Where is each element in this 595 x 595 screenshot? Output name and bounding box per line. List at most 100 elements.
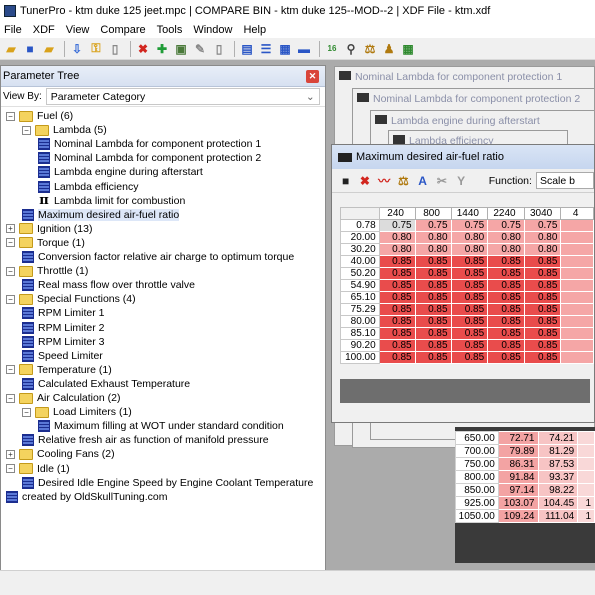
collapse-icon[interactable]: − [22, 407, 31, 417]
y-axis-cell[interactable]: 90.20 [340, 339, 380, 352]
tree-item[interactable]: + Cooling Fans (2) [6, 447, 115, 461]
tree-item[interactable]: created by OldSkullTuning.com [6, 490, 168, 504]
tree-item[interactable]: RPM Limiter 3 [22, 335, 105, 349]
y-axis-cell[interactable]: 650.00 [455, 431, 499, 445]
table-cell[interactable]: 0.85 [487, 339, 525, 352]
table-cell[interactable]: 79.89 [497, 444, 539, 458]
collapse-icon[interactable]: − [6, 238, 15, 248]
tree-item[interactable]: Maximum desired air-fuel ratio [22, 208, 180, 222]
graph-icon[interactable]: 〰 [375, 172, 394, 189]
table-cell[interactable]: 0.85 [378, 291, 416, 304]
user-icon[interactable]: ♟ [381, 41, 397, 57]
tree-item[interactable]: Relative fresh air as function of manifo… [22, 433, 269, 447]
table-cell[interactable]: 0.85 [487, 255, 525, 268]
table-cell[interactable]: 0.85 [523, 303, 562, 316]
table-cell[interactable]: 0.80 [378, 231, 416, 244]
blank-document-icon[interactable]: ▯ [211, 41, 227, 57]
collapse-icon[interactable]: − [6, 294, 15, 304]
table-cell[interactable]: 111.04 [537, 509, 579, 523]
x-axis-cell[interactable]: 4 [560, 207, 594, 220]
y-axis-cell[interactable]: 30.20 [340, 243, 380, 256]
tree-item[interactable]: − Temperature (1) [6, 363, 112, 377]
table-cell[interactable]: 0.85 [378, 315, 416, 328]
tree-item[interactable]: Conversion factor relative air charge to… [22, 250, 294, 264]
table-cell[interactable]: 0.85 [450, 303, 489, 316]
y-axis-cell[interactable]: 50.20 [340, 267, 380, 280]
y-axis-cell[interactable]: 700.00 [455, 444, 499, 458]
axis-icon[interactable]: Y [452, 174, 471, 188]
table-cell[interactable]: 0.85 [487, 291, 525, 304]
menu-view[interactable]: View [62, 24, 97, 36]
table-cell[interactable]: 0.85 [414, 351, 452, 364]
table-cell[interactable] [560, 351, 594, 364]
tree-item[interactable]: Real mass flow over throttle valve [22, 278, 195, 292]
tree-item[interactable]: − Idle (1) [6, 462, 70, 476]
import-icon[interactable]: ▣ [173, 41, 189, 57]
collapse-icon[interactable]: − [6, 266, 15, 276]
y-axis-cell[interactable]: 85.10 [340, 327, 380, 340]
table-cell[interactable]: 0.80 [523, 231, 562, 244]
tree-item[interactable]: Nominal Lambda for component protection … [38, 137, 261, 151]
tree-item[interactable]: − Special Functions (4) [6, 292, 136, 306]
tree-item[interactable]: Speed Limiter [22, 349, 103, 363]
table-cell[interactable]: 0.85 [414, 291, 452, 304]
table-cell[interactable] [560, 327, 594, 340]
y-axis-cell[interactable]: 75.29 [340, 303, 380, 316]
table-cell[interactable]: 0.85 [414, 279, 452, 292]
menu-file[interactable]: File [0, 24, 29, 36]
calculator-icon[interactable]: ▦ [400, 41, 416, 57]
collapse-icon[interactable]: − [6, 464, 15, 473]
table-cell[interactable]: 0.85 [450, 339, 489, 352]
y-axis-cell[interactable]: 750.00 [455, 457, 499, 471]
collapse-icon[interactable]: − [6, 111, 15, 121]
table-cell[interactable]: 0.85 [378, 327, 416, 340]
y-axis-cell[interactable]: 40.00 [340, 255, 380, 268]
table-cell[interactable]: 0.80 [450, 243, 489, 256]
view-by-select[interactable]: Parameter Category ⌄ [45, 88, 320, 105]
table-cell[interactable]: 0.85 [414, 267, 452, 280]
table-cell[interactable]: 0.85 [378, 267, 416, 280]
compare-scale-icon[interactable]: ⚖ [394, 174, 413, 188]
table-cell[interactable]: 0.85 [487, 279, 525, 292]
tree-item[interactable]: + Ignition (13) [6, 222, 92, 236]
table-view-icon[interactable]: ▤ [239, 41, 255, 57]
table-cell[interactable]: 0.75 [378, 219, 416, 232]
table-cell[interactable]: 0.85 [378, 339, 416, 352]
table-cell[interactable]: 86.31 [497, 457, 539, 471]
table-cell[interactable]: 0.85 [487, 327, 525, 340]
table-cell[interactable]: 0.85 [487, 351, 525, 364]
table-cell[interactable]: 0.80 [414, 243, 452, 256]
table-cell[interactable]: 0.85 [450, 267, 489, 280]
hex-icon[interactable]: 16 [324, 41, 340, 57]
collapse-icon[interactable]: − [22, 125, 31, 135]
table-cell[interactable]: 0.85 [487, 303, 525, 316]
y-axis-cell[interactable]: 54.90 [340, 279, 380, 292]
table-cell[interactable]: 0.85 [450, 327, 489, 340]
y-axis-cell[interactable]: 80.00 [340, 315, 380, 328]
table-cell[interactable]: 0.85 [523, 351, 562, 364]
table-cell[interactable]: 0.85 [414, 255, 452, 268]
tree-item[interactable]: − Torque (1) [6, 236, 85, 250]
table-cell[interactable] [560, 291, 594, 304]
y-axis-cell[interactable]: 925.00 [455, 496, 499, 510]
table-cell[interactable] [560, 267, 594, 280]
table-cell[interactable]: 0.85 [378, 351, 416, 364]
table-cell[interactable]: 0.85 [523, 267, 562, 280]
expand-icon[interactable]: + [6, 449, 15, 459]
table-cell[interactable] [577, 457, 595, 471]
table-cell[interactable]: 0.85 [378, 303, 416, 316]
tree-item[interactable]: RPM Limiter 2 [22, 321, 105, 335]
table-cell[interactable] [560, 279, 594, 292]
tree-item[interactable]: Desired Idle Engine Speed by Engine Cool… [22, 476, 313, 490]
collapse-icon[interactable]: − [6, 365, 15, 375]
y-axis-cell[interactable]: 0.78 [340, 219, 380, 232]
tree-item[interactable]: − Lambda (5) [22, 123, 107, 137]
tree-item[interactable]: Nominal Lambda for component protection … [38, 151, 261, 165]
y-axis-cell[interactable]: 1050.00 [455, 509, 499, 523]
table-cell[interactable]: 0.75 [450, 219, 489, 232]
tree-item[interactable]: Maximum filling at WOT under standard co… [38, 419, 284, 433]
open-compare-icon[interactable]: ▰ [41, 41, 57, 57]
table-cell[interactable]: 0.85 [450, 315, 489, 328]
table-cell[interactable]: 0.85 [414, 315, 452, 328]
table-cell[interactable]: 1 [577, 509, 595, 523]
